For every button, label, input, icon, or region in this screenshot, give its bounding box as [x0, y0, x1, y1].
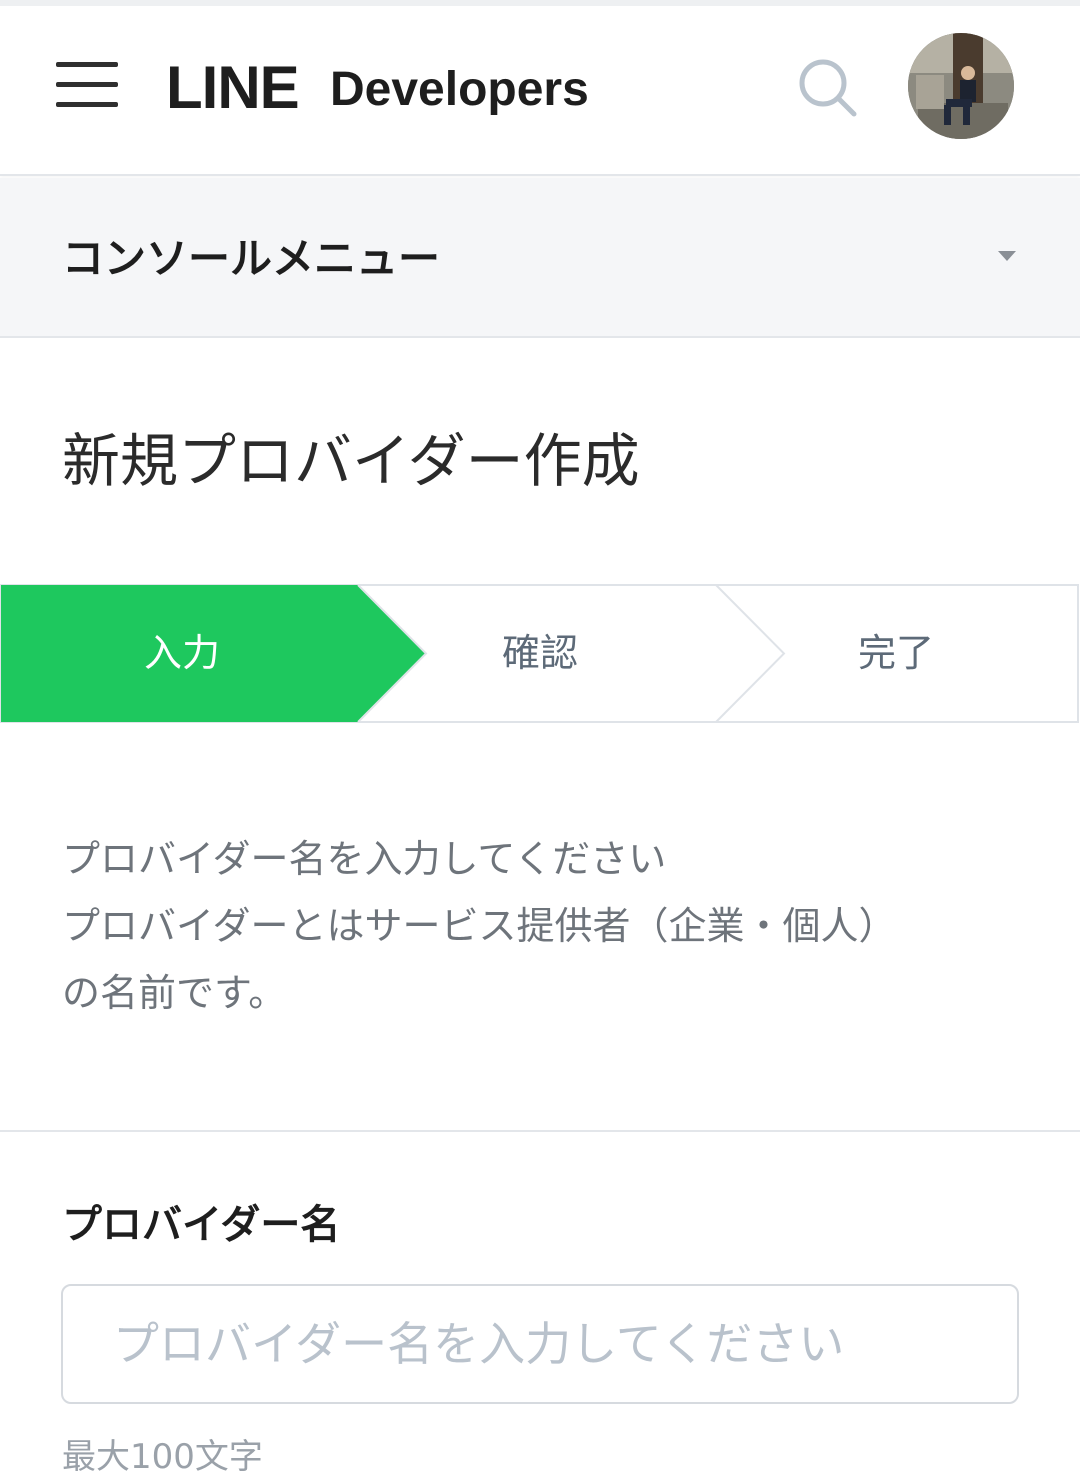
logo-developers-text: Developers [330, 63, 589, 116]
status-bar-shade [0, 0, 1080, 6]
description-line-1: プロバイダー名を入力してください [62, 837, 667, 881]
step-indicator: 入力 確認 完了 [0, 584, 1080, 724]
description-line-2: プロバイダーとはサービス提供者（企業・個人） [62, 904, 897, 948]
logo-line-text: LINE [166, 54, 300, 121]
page-title: 新規プロバイダー作成 [62, 427, 640, 495]
provider-name-label: プロバイダー名 [62, 1202, 341, 1248]
console-menu-label: コンソールメニュー [62, 234, 441, 283]
description-text: プロバイダー名を入力してください プロバイダーとはサービス提供者（企業・個人） … [62, 826, 1022, 1027]
step-complete: 完了 [857, 631, 934, 675]
console-menu-dropdown[interactable]: コンソールメニュー [0, 178, 1080, 338]
description-line-3: の名前です。 [62, 971, 287, 1015]
hamburger-menu-icon[interactable] [56, 62, 118, 110]
step-input: 入力 [143, 631, 220, 675]
caret-down-icon [998, 251, 1016, 261]
search-icon[interactable] [796, 56, 860, 120]
section-divider [0, 1130, 1080, 1132]
step-confirm: 確認 [501, 631, 578, 675]
user-avatar[interactable] [908, 33, 1014, 139]
provider-name-hint: 最大100文字 [62, 1437, 263, 1477]
app-header: LINE Developers [0, 0, 1080, 176]
provider-name-input[interactable] [61, 1284, 1019, 1404]
